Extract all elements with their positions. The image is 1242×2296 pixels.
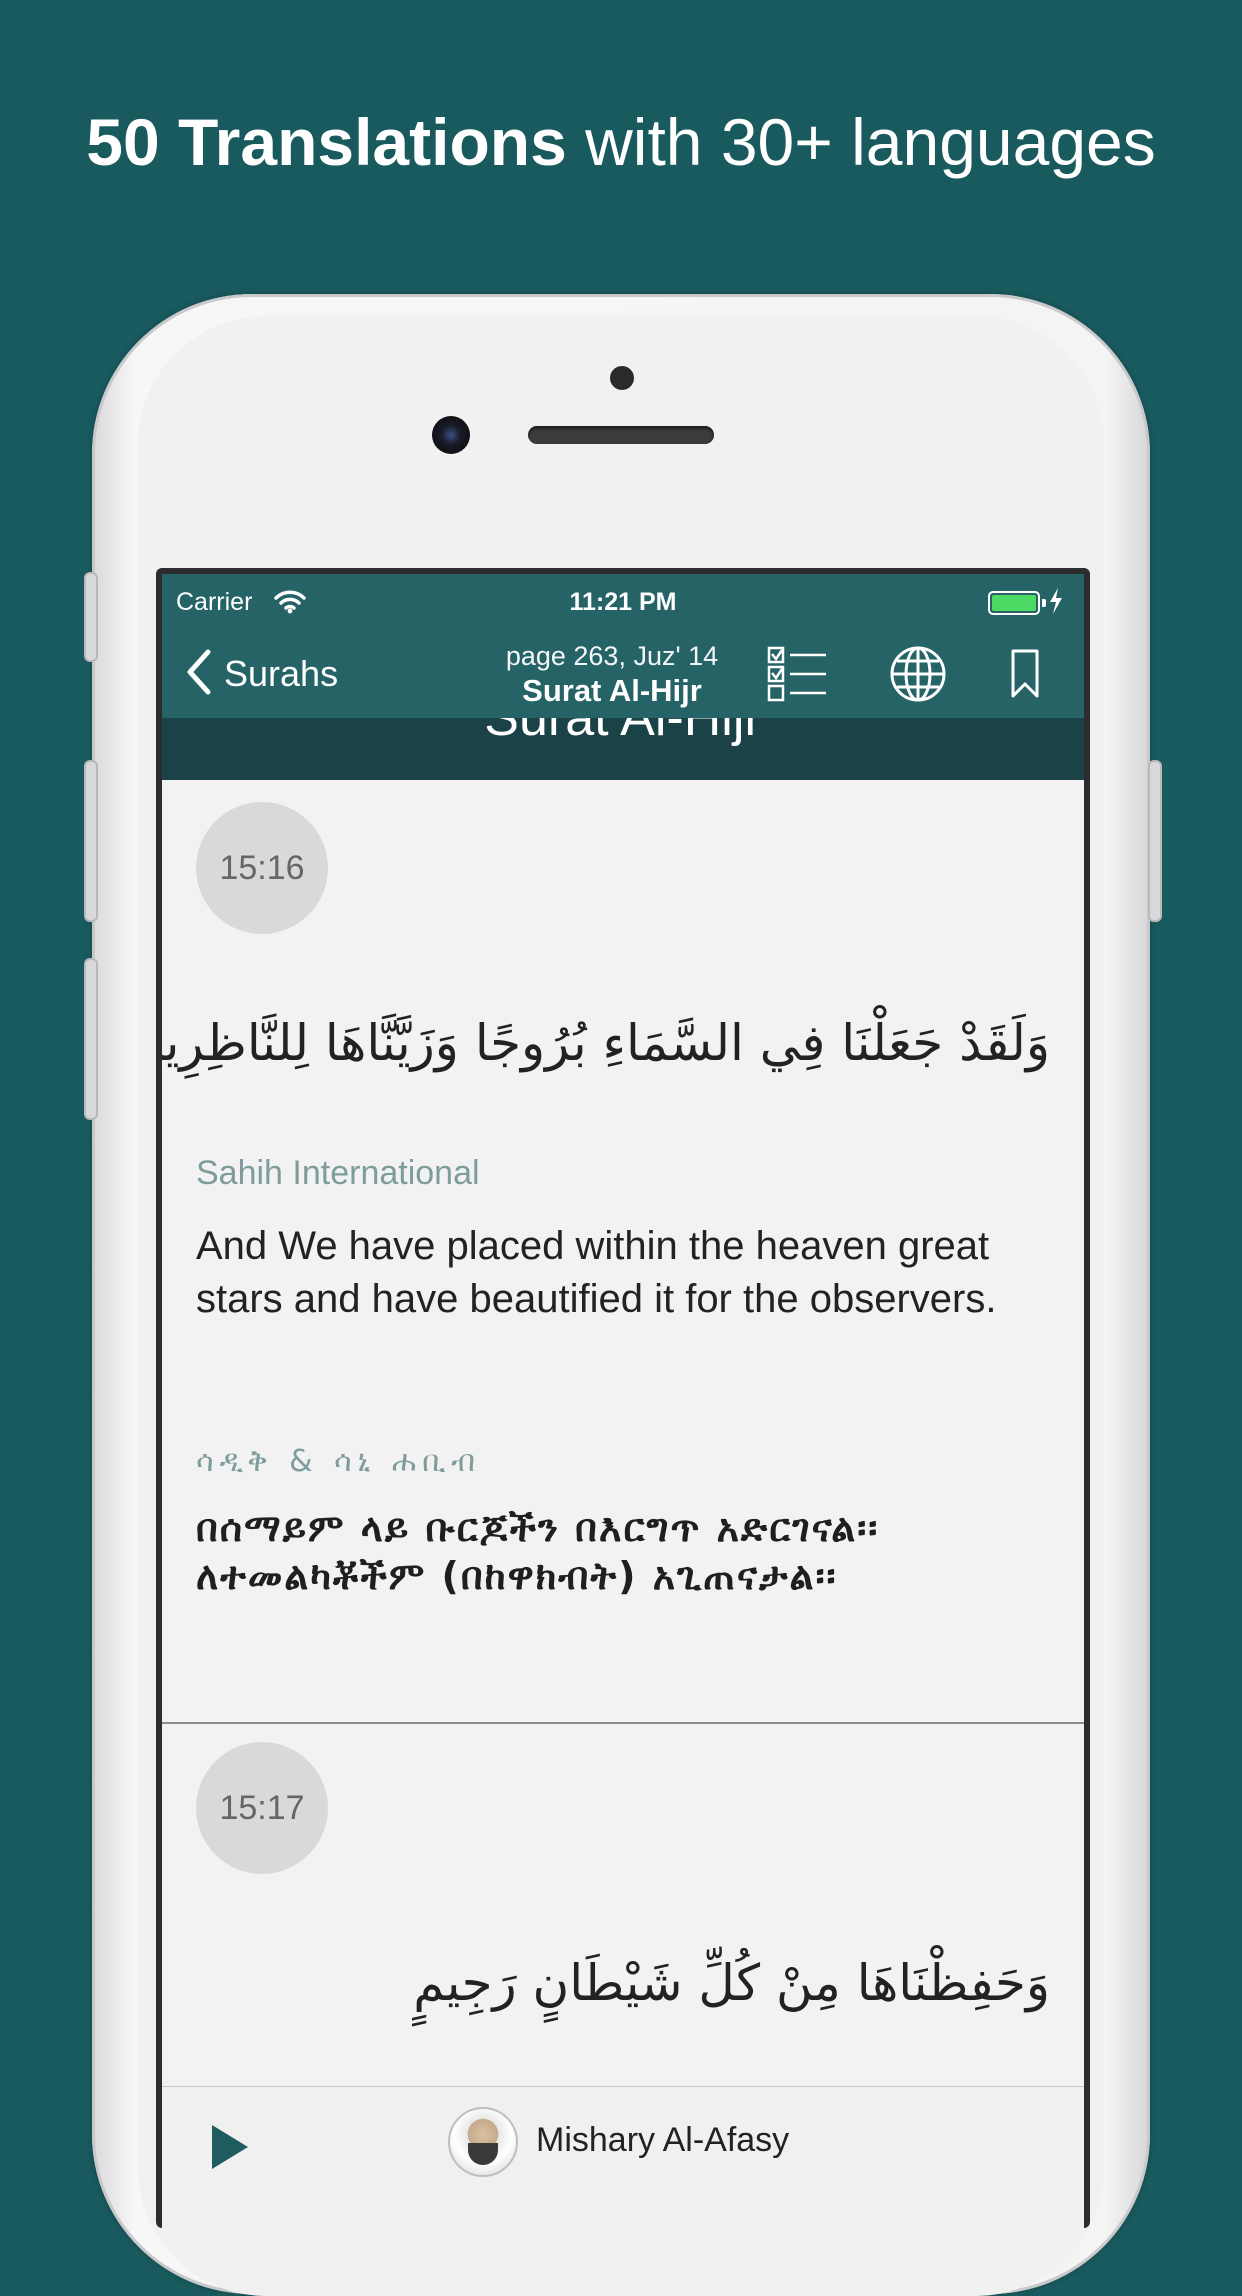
chevron-left-icon [184, 648, 212, 701]
volume-up-button [84, 760, 98, 922]
amharic-translation-name: ሳዲቅ & ሳኒ ሐቢብ [196, 1444, 482, 1479]
nav-title-block: page 263, Juz' 14 Surat Al-Hijr [492, 640, 732, 710]
charging-icon [1048, 588, 1064, 621]
app-display: Carrier 11:21 PM Surahs page 263, Juz' 1… [162, 574, 1084, 2228]
volume-down-button [84, 958, 98, 1120]
status-time: 11:21 PM [569, 588, 677, 616]
phone-screen: Carrier 11:21 PM Surahs page 263, Juz' 1… [156, 568, 1090, 2228]
bookmark-icon[interactable] [1010, 648, 1040, 705]
translation-text: And We have placed within the heaven gre… [196, 1224, 997, 1321]
arabic-verse: وَحَفِظْنَاهَا مِنْ كُلِّ شَيْطَانٍ رَجِ… [413, 1954, 1050, 2012]
mute-switch [84, 572, 98, 662]
battery-icon [988, 591, 1046, 615]
verse-divider [162, 1722, 1084, 1724]
headline-bold: 50 Translations [86, 105, 567, 179]
marketing-headline: 50 Translations with 30+ languages [0, 100, 1242, 184]
globe-icon[interactable] [888, 644, 948, 709]
back-button[interactable]: Surahs [184, 644, 338, 704]
sura-header-banner: Surat Al-Hijr [162, 718, 1084, 780]
arabic-verse: وَلَقَدْ جَعَلْنَا فِي السَّمَاءِ بُرُوج… [162, 1014, 1050, 1072]
back-label: Surahs [224, 653, 339, 694]
translation-name: Sahih International [196, 1154, 480, 1192]
headline-light: with 30+ languages [585, 105, 1156, 179]
audio-player-bar: Mishary Al-Afasy [162, 2086, 1084, 2228]
power-button [1148, 760, 1162, 922]
play-icon[interactable] [210, 2123, 250, 2176]
earpiece-speaker [528, 426, 714, 444]
sura-header-title: Surat Al-Hijr [484, 718, 762, 747]
front-camera [432, 416, 470, 454]
page-info: page 263, Juz' 14 [505, 641, 719, 671]
checklist-icon[interactable] [766, 644, 828, 709]
amharic-translation-text: በሰማይም ላይ ቡርጆችን በእርግጥ አድርገናል፡፡ ለተመልካቾችም (… [196, 1506, 880, 1598]
verse-number-badge[interactable]: 15:16 [196, 802, 328, 934]
reciter-avatar[interactable] [448, 2107, 518, 2177]
status-bar: Carrier 11:21 PM [162, 574, 1084, 630]
reciter-name[interactable]: Mishary Al-Afasy [536, 2121, 789, 2160]
navigation-bar: Surahs page 263, Juz' 14 Surat Al-Hijr [162, 630, 1084, 718]
surah-title: Surat Al-Hijr [522, 673, 702, 708]
proximity-sensor [610, 366, 634, 390]
verse-number-badge[interactable]: 15:17 [196, 1742, 328, 1874]
